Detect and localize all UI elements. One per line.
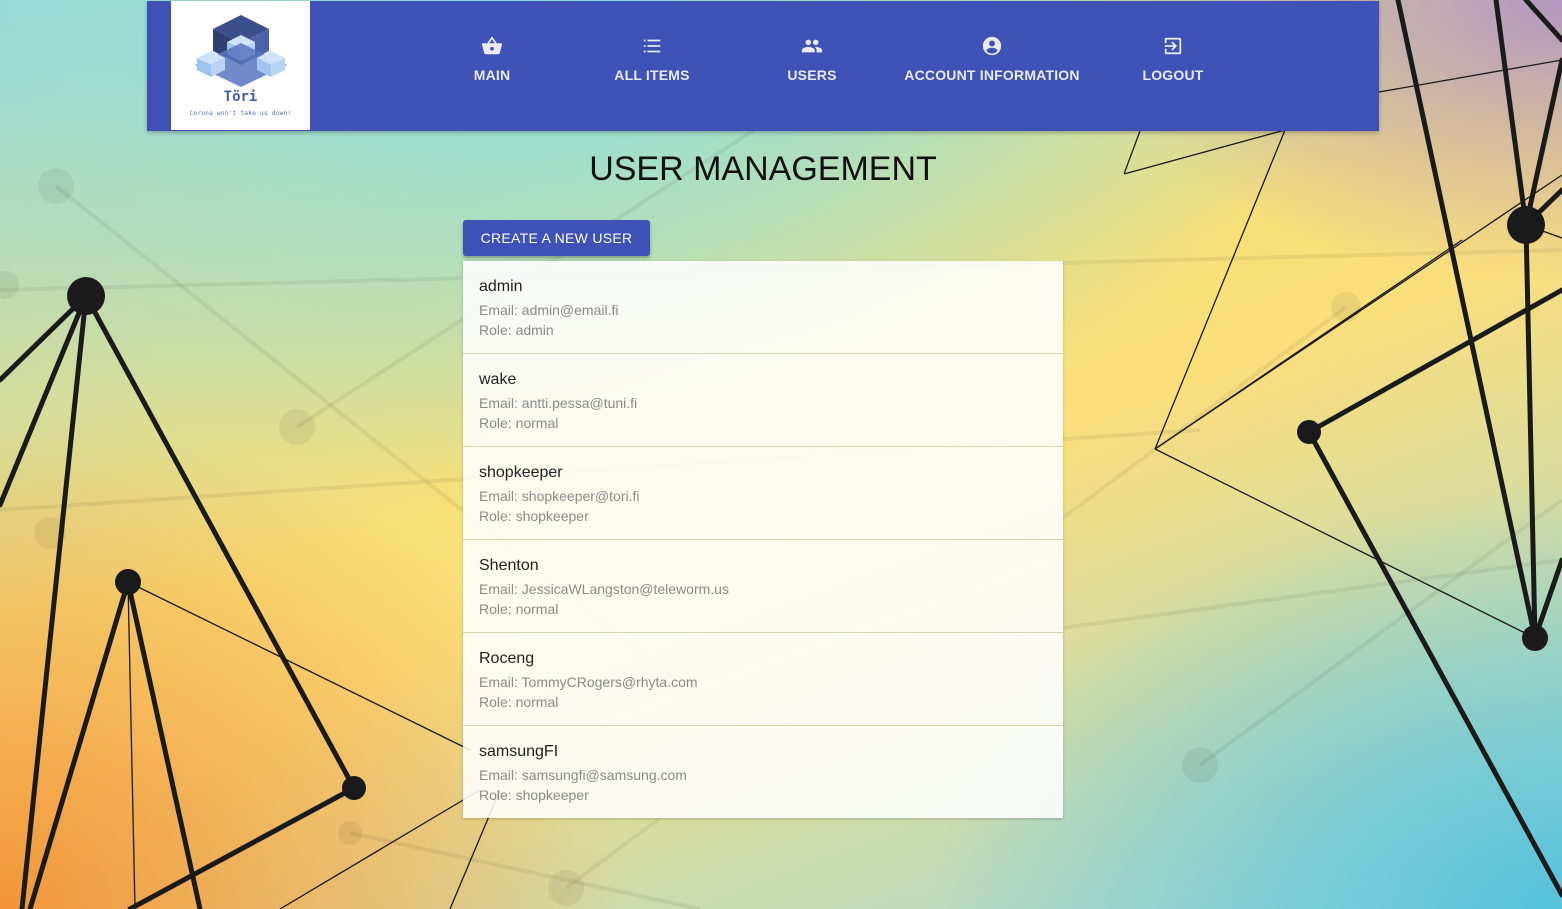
nav-account-information[interactable]: ACCOUNT INFORMATION	[897, 1, 1087, 131]
user-email: Email: shopkeeper@tori.fi	[479, 488, 640, 504]
user-list: admin Email: admin@email.fi Role: admin …	[463, 261, 1063, 818]
basket-icon	[481, 36, 503, 55]
list-item[interactable]: admin Email: admin@email.fi Role: admin	[463, 261, 1063, 354]
page-title: USER MANAGEMENT	[589, 150, 937, 188]
nav-main-label: MAIN	[473, 67, 511, 83]
nav-all-items-label: ALL ITEMS	[614, 67, 690, 83]
user-name: wake	[479, 371, 517, 388]
people-icon	[801, 39, 823, 53]
nav-account-information-label: ACCOUNT INFORMATION	[904, 67, 1080, 83]
logo-tagline: Corona won't take us down!	[189, 110, 292, 117]
user-name: admin	[479, 278, 523, 295]
app-bar: Töri Corona won't take us down! MAIN ALL…	[147, 1, 1379, 131]
nav-users[interactable]: USERS	[761, 1, 863, 131]
nav-users-label: USERS	[787, 67, 837, 83]
list-item[interactable]: Shenton Email: JessicaWLangston@teleworm…	[463, 540, 1063, 633]
account-circle-icon	[982, 36, 1002, 56]
list-item[interactable]: shopkeeper Email: shopkeeper@tori.fi Rol…	[463, 447, 1063, 540]
nav-logout-label: LOGOUT	[1142, 67, 1204, 83]
list-item[interactable]: wake Email: antti.pessa@tuni.fi Role: no…	[463, 354, 1063, 447]
logo[interactable]: Töri Corona won't take us down!	[171, 1, 310, 130]
user-role: Role: normal	[479, 694, 559, 710]
list-icon	[643, 39, 661, 53]
user-email: Email: samsungfi@samsung.com	[479, 767, 687, 783]
list-item[interactable]: Roceng Email: TommyCRogers@rhyta.com Rol…	[463, 633, 1063, 726]
user-email: Email: admin@email.fi	[479, 302, 619, 318]
nav-all-items[interactable]: ALL ITEMS	[591, 1, 713, 131]
user-email: Email: antti.pessa@tuni.fi	[479, 395, 638, 411]
logout-icon	[1164, 37, 1182, 55]
nav-main[interactable]: MAIN	[441, 1, 543, 131]
user-role: Role: normal	[479, 601, 559, 617]
user-role: Role: admin	[479, 322, 554, 338]
logo-title: Töri	[223, 89, 258, 105]
user-name: samsungFI	[479, 743, 559, 760]
user-role: Role: shopkeeper	[479, 508, 589, 524]
logo-cubes-icon	[195, 15, 287, 87]
user-name: Roceng	[479, 650, 535, 667]
user-email: Email: TommyCRogers@rhyta.com	[479, 674, 698, 690]
list-item[interactable]: samsungFI Email: samsungfi@samsung.com R…	[463, 726, 1063, 818]
user-name: shopkeeper	[479, 464, 563, 481]
user-role: Role: normal	[479, 415, 559, 431]
user-name: Shenton	[479, 557, 539, 574]
nav-logout[interactable]: LOGOUT	[1123, 1, 1223, 131]
create-new-user-button[interactable]: CREATE A NEW USER	[463, 220, 650, 256]
user-email: Email: JessicaWLangston@teleworm.us	[479, 581, 729, 597]
user-role: Role: shopkeeper	[479, 787, 589, 803]
